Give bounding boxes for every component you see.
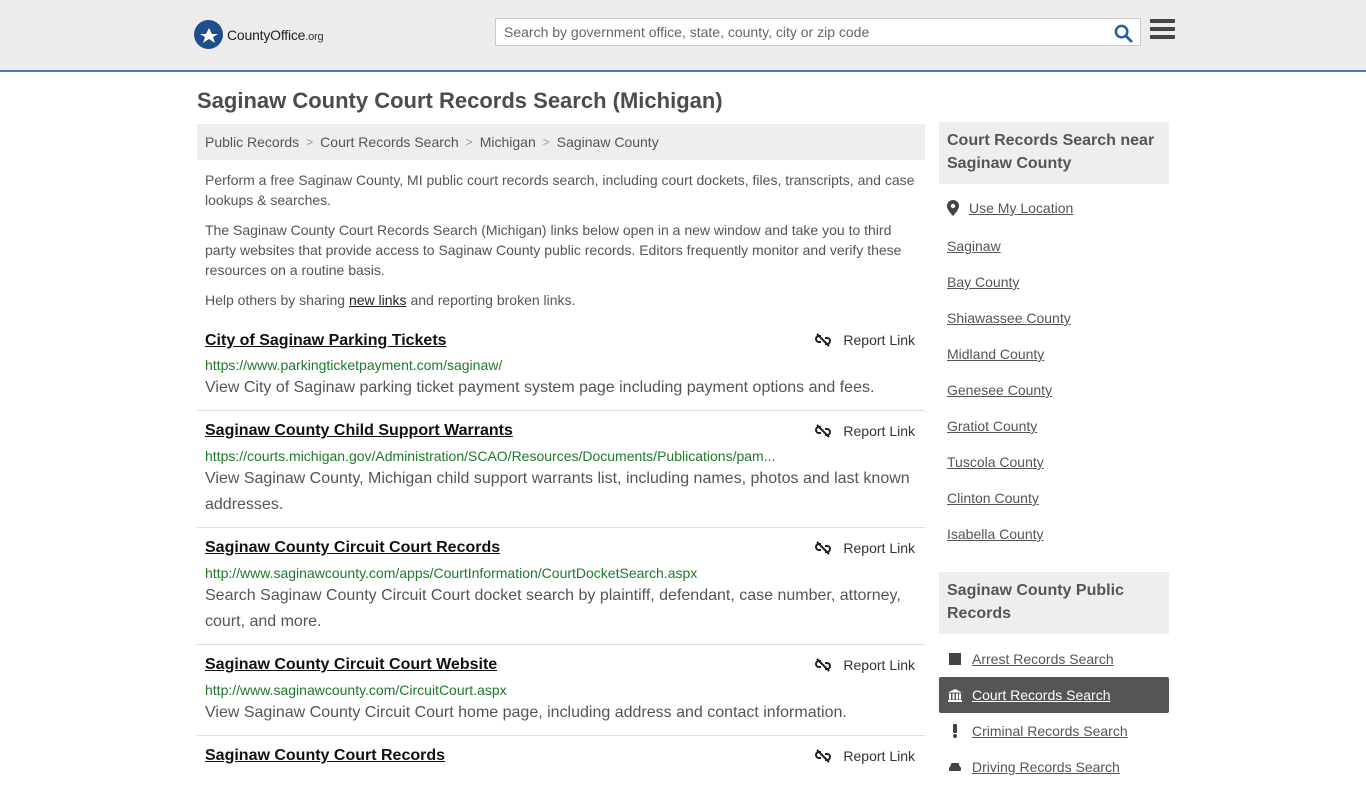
use-my-location-link[interactable]: Use My Location	[947, 200, 1073, 216]
result-item: Saginaw County Child Support Warrants Re…	[197, 411, 925, 528]
sidebar-near-link-shiawassee-county[interactable]: Shiawassee County	[947, 310, 1071, 326]
page-title: Saginaw County Court Records Search (Mic…	[197, 88, 723, 113]
broken-link-icon	[815, 424, 832, 438]
sidebar-near-link-saginaw[interactable]: Saginaw	[947, 238, 1001, 254]
new-links-link[interactable]: new links	[349, 292, 407, 308]
breadcrumb-michigan[interactable]: Michigan	[480, 134, 536, 150]
site-logo[interactable]: CountyOffice.org	[194, 20, 324, 49]
breadcrumb-court-records-search[interactable]: Court Records Search	[320, 134, 459, 150]
site-header: CountyOffice.org	[0, 0, 1366, 72]
result-title-link[interactable]: Saginaw County Circuit Court Records	[205, 539, 500, 557]
sidebar-item-label: Court Records Search	[972, 687, 1111, 703]
intro-paragraph-2: The Saginaw County Court Records Search …	[205, 222, 902, 278]
sidebar-item-court-records[interactable]: Court Records Search	[939, 677, 1169, 713]
broken-link-icon	[815, 541, 832, 555]
menu-hamburger-icon[interactable]	[1150, 19, 1175, 43]
logo-name: CountyOffice	[227, 26, 306, 43]
report-link-button[interactable]: Report Link	[815, 423, 915, 439]
result-item: City of Saginaw Parking Tickets Report L…	[197, 322, 925, 411]
sidebar-near-link-gratiot-county[interactable]: Gratiot County	[947, 418, 1037, 434]
intro-text-before: Help others by sharing	[205, 292, 349, 308]
result-description: View Saginaw County Circuit Court home p…	[205, 704, 847, 721]
result-url: https://www.parkingticketpayment.com/sag…	[205, 357, 503, 373]
report-link-label: Report Link	[843, 540, 915, 556]
sidebar-item-label: Criminal Records Search	[972, 723, 1128, 739]
breadcrumb-separator-icon: >	[306, 135, 314, 149]
search-button[interactable]	[1112, 22, 1134, 44]
broken-link-icon	[815, 658, 832, 672]
report-link-button[interactable]: Report Link	[815, 540, 915, 556]
result-title-link[interactable]: Saginaw County Circuit Court Website	[205, 656, 497, 674]
sidebar-records-heading: Saginaw County Public Records	[939, 572, 1169, 634]
sidebar-item-label: Arrest Records Search	[972, 651, 1114, 667]
broken-link-icon	[815, 749, 832, 763]
breadcrumb-saginaw-county[interactable]: Saginaw County	[557, 134, 659, 150]
search-input[interactable]	[496, 19, 1106, 45]
sidebar-near-link-clinton-county[interactable]: Clinton County	[947, 490, 1039, 506]
breadcrumb-separator-icon: >	[542, 135, 550, 149]
sidebar-near-link-isabella-county[interactable]: Isabella County	[947, 526, 1044, 542]
report-link-button[interactable]: Report Link	[815, 748, 915, 764]
logo-badge-icon	[194, 20, 223, 49]
logo-tld: .org	[305, 30, 324, 43]
report-link-label: Report Link	[843, 657, 915, 673]
map-marker-icon	[947, 200, 959, 216]
report-link-label: Report Link	[843, 423, 915, 439]
report-link-button[interactable]: Report Link	[815, 332, 915, 348]
search-box	[495, 18, 1141, 46]
breadcrumb-public-records[interactable]: Public Records	[205, 134, 299, 150]
intro-paragraph-3: Help others by sharing new links and rep…	[205, 290, 920, 310]
logo-text: CountyOffice.org	[227, 26, 324, 43]
sidebar-near-link-tuscola-county[interactable]: Tuscola County	[947, 454, 1044, 470]
result-description: View Saginaw County, Michigan child supp…	[205, 470, 910, 513]
result-title-link[interactable]: Saginaw County Court Records	[205, 747, 445, 765]
report-link-label: Report Link	[843, 748, 915, 764]
sidebar-item-label: Driving Records Search	[972, 759, 1120, 775]
result-description: Search Saginaw County Circuit Court dock…	[205, 587, 901, 630]
result-url: http://www.saginawcounty.com/CircuitCour…	[205, 682, 507, 698]
exclamation-icon	[948, 724, 962, 738]
car-icon	[948, 761, 962, 773]
breadcrumb-separator-icon: >	[465, 135, 473, 149]
square-icon	[948, 653, 962, 665]
result-title-link[interactable]: City of Saginaw Parking Tickets	[205, 332, 447, 350]
report-link-button[interactable]: Report Link	[815, 657, 915, 673]
courthouse-icon	[948, 688, 962, 702]
sidebar-item-arrest-records[interactable]: Arrest Records Search	[939, 641, 1169, 677]
sidebar-item-driving-records[interactable]: Driving Records Search	[939, 749, 1169, 785]
result-url: http://www.saginawcounty.com/apps/CourtI…	[205, 565, 698, 581]
intro-text-after: and reporting broken links.	[406, 292, 576, 308]
use-my-location-label: Use My Location	[969, 200, 1074, 216]
sidebar-near-link-genesee-county[interactable]: Genesee County	[947, 382, 1052, 398]
result-url: https://courts.michigan.gov/Administrati…	[205, 448, 776, 464]
result-item: Saginaw County Circuit Court Website Rep…	[197, 645, 925, 736]
sidebar-item-criminal-records[interactable]: Criminal Records Search	[939, 713, 1169, 749]
search-icon	[1114, 24, 1133, 43]
result-description: View City of Saginaw parking ticket paym…	[205, 379, 875, 396]
result-title-link[interactable]: Saginaw County Child Support Warrants	[205, 422, 513, 440]
report-link-label: Report Link	[843, 332, 915, 348]
broken-link-icon	[815, 333, 832, 347]
sidebar-near-link-midland-county[interactable]: Midland County	[947, 346, 1044, 362]
breadcrumb: Public Records > Court Records Search > …	[197, 124, 925, 160]
result-item: Saginaw County Court Records Report Link	[197, 736, 925, 768]
sidebar-near-heading: Court Records Search near Saginaw County	[939, 122, 1169, 184]
sidebar-near-link-bay-county[interactable]: Bay County	[947, 274, 1019, 290]
result-item: Saginaw County Circuit Court Records Rep…	[197, 528, 925, 645]
intro-paragraph-1: Perform a free Saginaw County, MI public…	[205, 172, 915, 208]
